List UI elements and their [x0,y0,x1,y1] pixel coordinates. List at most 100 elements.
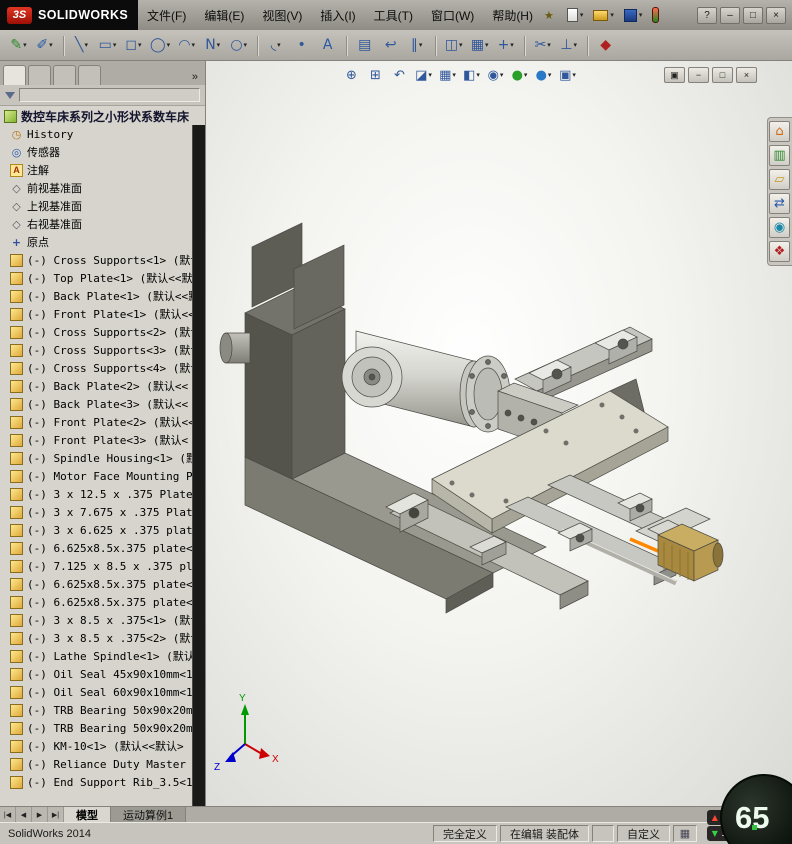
tree-item[interactable]: 前视基准面 [0,179,192,197]
spline-button[interactable]: N ▾ [200,33,225,57]
trim-entities-button[interactable]: ✂ ▾ [524,33,555,57]
next-tab-button[interactable]: ▶ [32,807,48,822]
close-button[interactable]: × [766,6,786,24]
minimize-doc-button[interactable]: − [688,67,709,83]
tree-item[interactable]: (-) 6.625x8.5x.375 plate<2 [0,575,192,593]
tree-item[interactable]: 原点 [0,233,192,251]
display-relations-button[interactable]: ⊥ ▾ [556,33,581,57]
section-view-button[interactable]: ◪ ▾ [412,64,435,86]
linear-pattern-button[interactable]: ▦ ▾ [467,33,492,57]
model-tab[interactable]: 模型 [64,807,111,822]
display-style-button[interactable]: ◧ ▾ [460,64,483,86]
apply-scene-button[interactable]: ● ▾ [532,64,555,86]
status-grid-icon[interactable]: ▦ [673,825,697,842]
tree-item[interactable]: 右视基准面 [0,215,192,233]
help-button[interactable]: ? [697,6,717,24]
maximize-button[interactable]: □ [743,6,763,24]
tile-window-button[interactable]: ▣ [664,67,685,83]
file-explorer-tab[interactable]: ▱ [769,169,790,190]
sketch-button[interactable]: ✎ ▾ [6,33,31,57]
mirror-entities-button[interactable]: ◫ ▾ [435,33,466,57]
tree-item[interactable]: (-) End Support Rib_3.5<1> [0,773,192,791]
tree-item[interactable]: (-) 3 x 8.5 x .375<1> (默认 [0,611,192,629]
tree-item[interactable]: (-) 7.125 x 8.5 x .375 pla [0,557,192,575]
tree-item[interactable]: 注解 [0,161,192,179]
solidworks-resources-tab[interactable]: ⌂ [769,121,790,142]
tree-item[interactable]: (-) Cross Supports<2> (默认 [0,323,192,341]
point-button[interactable]: • ▾ [289,33,314,57]
move-entities-button[interactable]: + ▾ [493,33,518,57]
tree-item[interactable]: 上视基准面 [0,197,192,215]
previous-view-button[interactable]: ↶ ▾ [388,64,411,86]
panel-expand-chevron[interactable]: » [188,71,202,85]
design-library-tab[interactable]: ▥ [769,145,790,166]
featuremanager-tab[interactable] [3,65,26,85]
record-indicator[interactable]: ▾ [649,5,662,25]
tree-item[interactable]: (-) 3 x 8.5 x .375<2> (默认 [0,629,192,647]
open-document-button[interactable]: ▾ [590,8,617,23]
tree-item[interactable]: (-) Motor Face Mounting Pl [0,467,192,485]
ellipse-button[interactable]: ○ ▾ [226,33,251,57]
plane-button[interactable]: ▤ ▾ [346,33,377,57]
close-doc-button[interactable]: × [736,67,757,83]
displaymanager-tab[interactable] [78,65,101,85]
convert-entities-button[interactable]: ↩ ▾ [378,33,403,57]
restore-doc-button[interactable]: □ [712,67,733,83]
tree-filter-input[interactable] [19,88,200,102]
lathe-assembly[interactable] [219,222,724,614]
menu-item[interactable]: 窗口(W) [422,0,483,30]
tree-item[interactable]: (-) Cross Supports<4> (默认 [0,359,192,377]
smart-dimension-button[interactable]: ✐ ▾ [32,33,57,57]
tree-root-row[interactable]: 数控车床系列之小形状系数车床 [0,107,192,125]
tree-item[interactable]: (-) Top Plate<1> (默认<<默认 [0,269,192,287]
zoom-area-button[interactable]: ⊞ ▾ [364,64,387,86]
tree-item[interactable]: (-) 3 x 12.5 x .375 Plate< [0,485,192,503]
prev-tab-button[interactable]: ◀ [16,807,32,822]
tree-item[interactable]: (-) 3 x 7.675 x .375 Plate [0,503,192,521]
view-orientation-button[interactable]: ▦ ▾ [436,64,459,86]
tree-item[interactable]: (-) Back Plate<3> (默认<< [0,395,192,413]
tree-item[interactable]: (-) TRB Bearing 50x90x20mm [0,701,192,719]
save-button[interactable]: ▾ [621,7,646,24]
menu-item[interactable]: 编辑(E) [195,0,253,30]
tree-item[interactable]: (-) Front Plate<1> (默认<< [0,305,192,323]
tree-item[interactable]: History [0,125,192,143]
menu-item[interactable]: 文件(F) [138,0,195,30]
repair-sketch-button[interactable]: ◆ ▾ [587,33,618,57]
offset-entities-button[interactable]: ∥ ▾ [404,33,429,57]
appearances-scenes-tab[interactable]: ◉ [769,217,790,238]
motion-study-tab[interactable]: 运动算例1 [111,807,187,822]
sketch-fillet-button[interactable]: ◟ ▾ [257,33,288,57]
custom-properties-tab[interactable]: ❖ [769,241,790,262]
new-document-button[interactable]: ▾ [564,6,587,24]
circle-button[interactable]: ◯ ▾ [147,33,173,57]
menu-item[interactable]: 插入(I) [311,0,364,30]
tree-item[interactable]: (-) 6.625x8.5x.375 plate<1 [0,539,192,557]
tree-item[interactable]: (-) Spindle Housing<1> (默 [0,449,192,467]
tree-item[interactable]: (-) 3 x 6.625 x .375 plate [0,521,192,539]
tree-item[interactable]: (-) Cross Supports<3> (默认 [0,341,192,359]
first-tab-button[interactable]: |◀ [0,807,16,822]
favorites-star-icon[interactable]: ★ [544,9,554,22]
tree-scrollbar[interactable] [192,125,205,806]
tree-item[interactable]: (-) Lathe Spindle<1> (默认 [0,647,192,665]
view-palette-tab[interactable]: ⇄ [769,193,790,214]
view-settings-button[interactable]: ▣ ▾ [556,64,579,86]
graphics-viewport[interactable]: Y X Z ⊕ ▾ ⊞ ▾ ↶ ▾ [206,61,792,806]
tree-item[interactable]: (-) Reliance Duty Master A [0,755,192,773]
rectangle-button[interactable]: ▭ ▾ [95,33,120,57]
line-button[interactable]: ╲ ▾ [63,33,94,57]
model-3d-view[interactable]: Y X Z [206,61,792,806]
slot-button[interactable]: ◻ ▾ [121,33,146,57]
tree-item[interactable]: (-) 6.625x8.5x.375 plate<3 [0,593,192,611]
tree-item[interactable]: (-) KM-10<1> (默认<<默认> [0,737,192,755]
tree-item[interactable]: (-) Back Plate<2> (默认<< [0,377,192,395]
zoom-fit-button[interactable]: ⊕ ▾ [340,64,363,86]
last-tab-button[interactable]: ▶| [48,807,64,822]
tree-item[interactable]: (-) TRB Bearing 50x90x20mm [0,719,192,737]
text-button[interactable]: A ▾ [315,33,340,57]
menu-item[interactable]: 视图(V) [253,0,311,30]
minimize-button[interactable]: – [720,6,740,24]
tree-item[interactable]: 传感器 [0,143,192,161]
tree-item[interactable]: (-) Cross Supports<1> (默认< [0,251,192,269]
